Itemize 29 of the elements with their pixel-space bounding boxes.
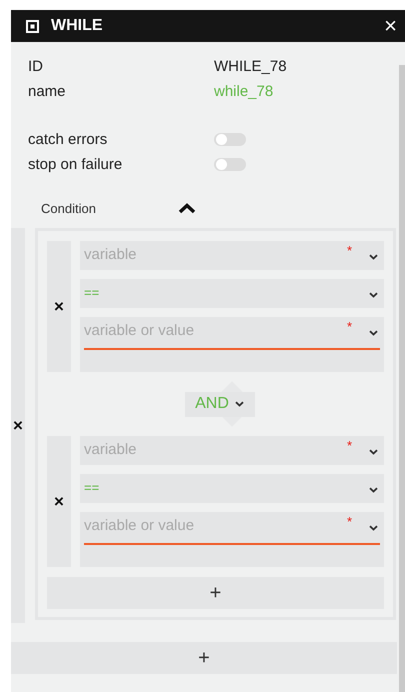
chevron-icon[interactable] (369, 292, 378, 298)
required-mark: * (346, 514, 352, 529)
add-group-button[interactable]: + (11, 642, 397, 674)
chevron-icon[interactable] (369, 449, 378, 455)
chevron-icon[interactable] (369, 525, 378, 531)
section-label: Condition (41, 200, 97, 216)
property-label: name (28, 82, 67, 102)
chevron-icon[interactable] (234, 401, 244, 407)
window-title: WHILE (51, 17, 104, 35)
add-condition-button[interactable]: + (47, 577, 384, 609)
collapse-button[interactable] (178, 202, 196, 214)
required-mark: * (346, 243, 352, 258)
remove-button[interactable]: × (47, 241, 71, 372)
property-value: WHILE_78 (214, 57, 288, 77)
chevron-icon[interactable] (369, 254, 378, 260)
required-mark: * (346, 438, 352, 453)
required-mark: * (346, 319, 352, 334)
close-button[interactable]: × (382, 15, 399, 37)
toggle-label: catch errors (28, 130, 108, 150)
toggle-label: stop on failure (28, 155, 124, 175)
chevron-icon[interactable] (369, 330, 378, 336)
node-icon (26, 20, 39, 32)
toggle-switch[interactable] (214, 158, 246, 171)
property-label: ID (28, 57, 44, 77)
toggle-switch[interactable] (214, 133, 246, 146)
remove-group-button[interactable]: × (11, 228, 25, 623)
chevron-icon[interactable] (369, 487, 378, 493)
remove-button[interactable]: × (47, 436, 71, 567)
scrollbar-thumb[interactable] (399, 65, 405, 692)
